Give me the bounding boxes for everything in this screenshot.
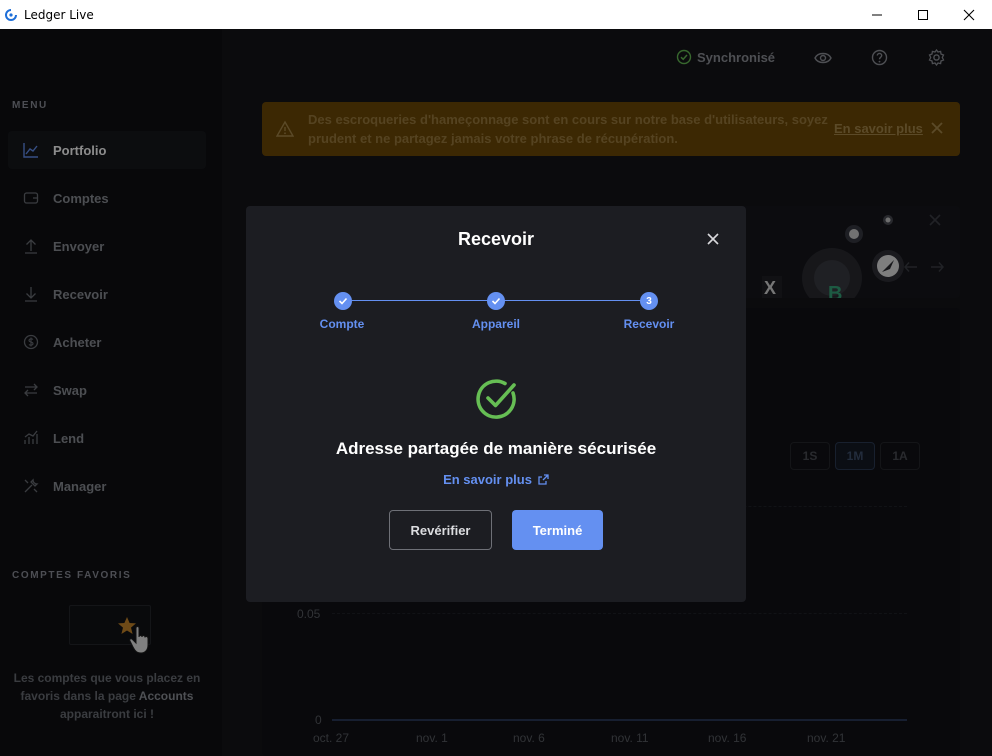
window-title: Ledger Live [24,7,94,22]
modal-title: Recevoir [457,229,535,249]
step-label-appareil: Appareil [471,317,520,331]
minimize-icon[interactable] [854,0,900,29]
check-icon [338,297,348,305]
receive-modal: Recevoir 3 Compte Appareil Recevoir Adre… [246,206,746,602]
maximize-icon[interactable] [900,0,946,29]
done-button[interactable]: Terminé [512,510,603,550]
step-label-recevoir: Recevoir [623,317,675,331]
close-icon[interactable] [946,0,992,29]
step-recevoir-number: 3 [640,292,658,310]
learn-more-link[interactable]: En savoir plus [246,472,746,487]
success-title: Adresse partagée de manière sécurisée [335,439,657,458]
window-titlebar: Ledger Live [0,0,992,29]
recheck-button[interactable]: Revérifier [389,510,492,550]
success-check-icon [476,379,516,419]
external-link-icon [538,474,549,485]
modal-close-icon[interactable] [705,231,721,247]
ledger-app-icon [4,8,18,22]
step-compte-check [334,292,352,310]
check-icon [491,297,501,305]
learn-more-label: En savoir plus [443,472,532,487]
step-label-compte: Compte [319,317,365,331]
step-appareil-check [487,292,505,310]
